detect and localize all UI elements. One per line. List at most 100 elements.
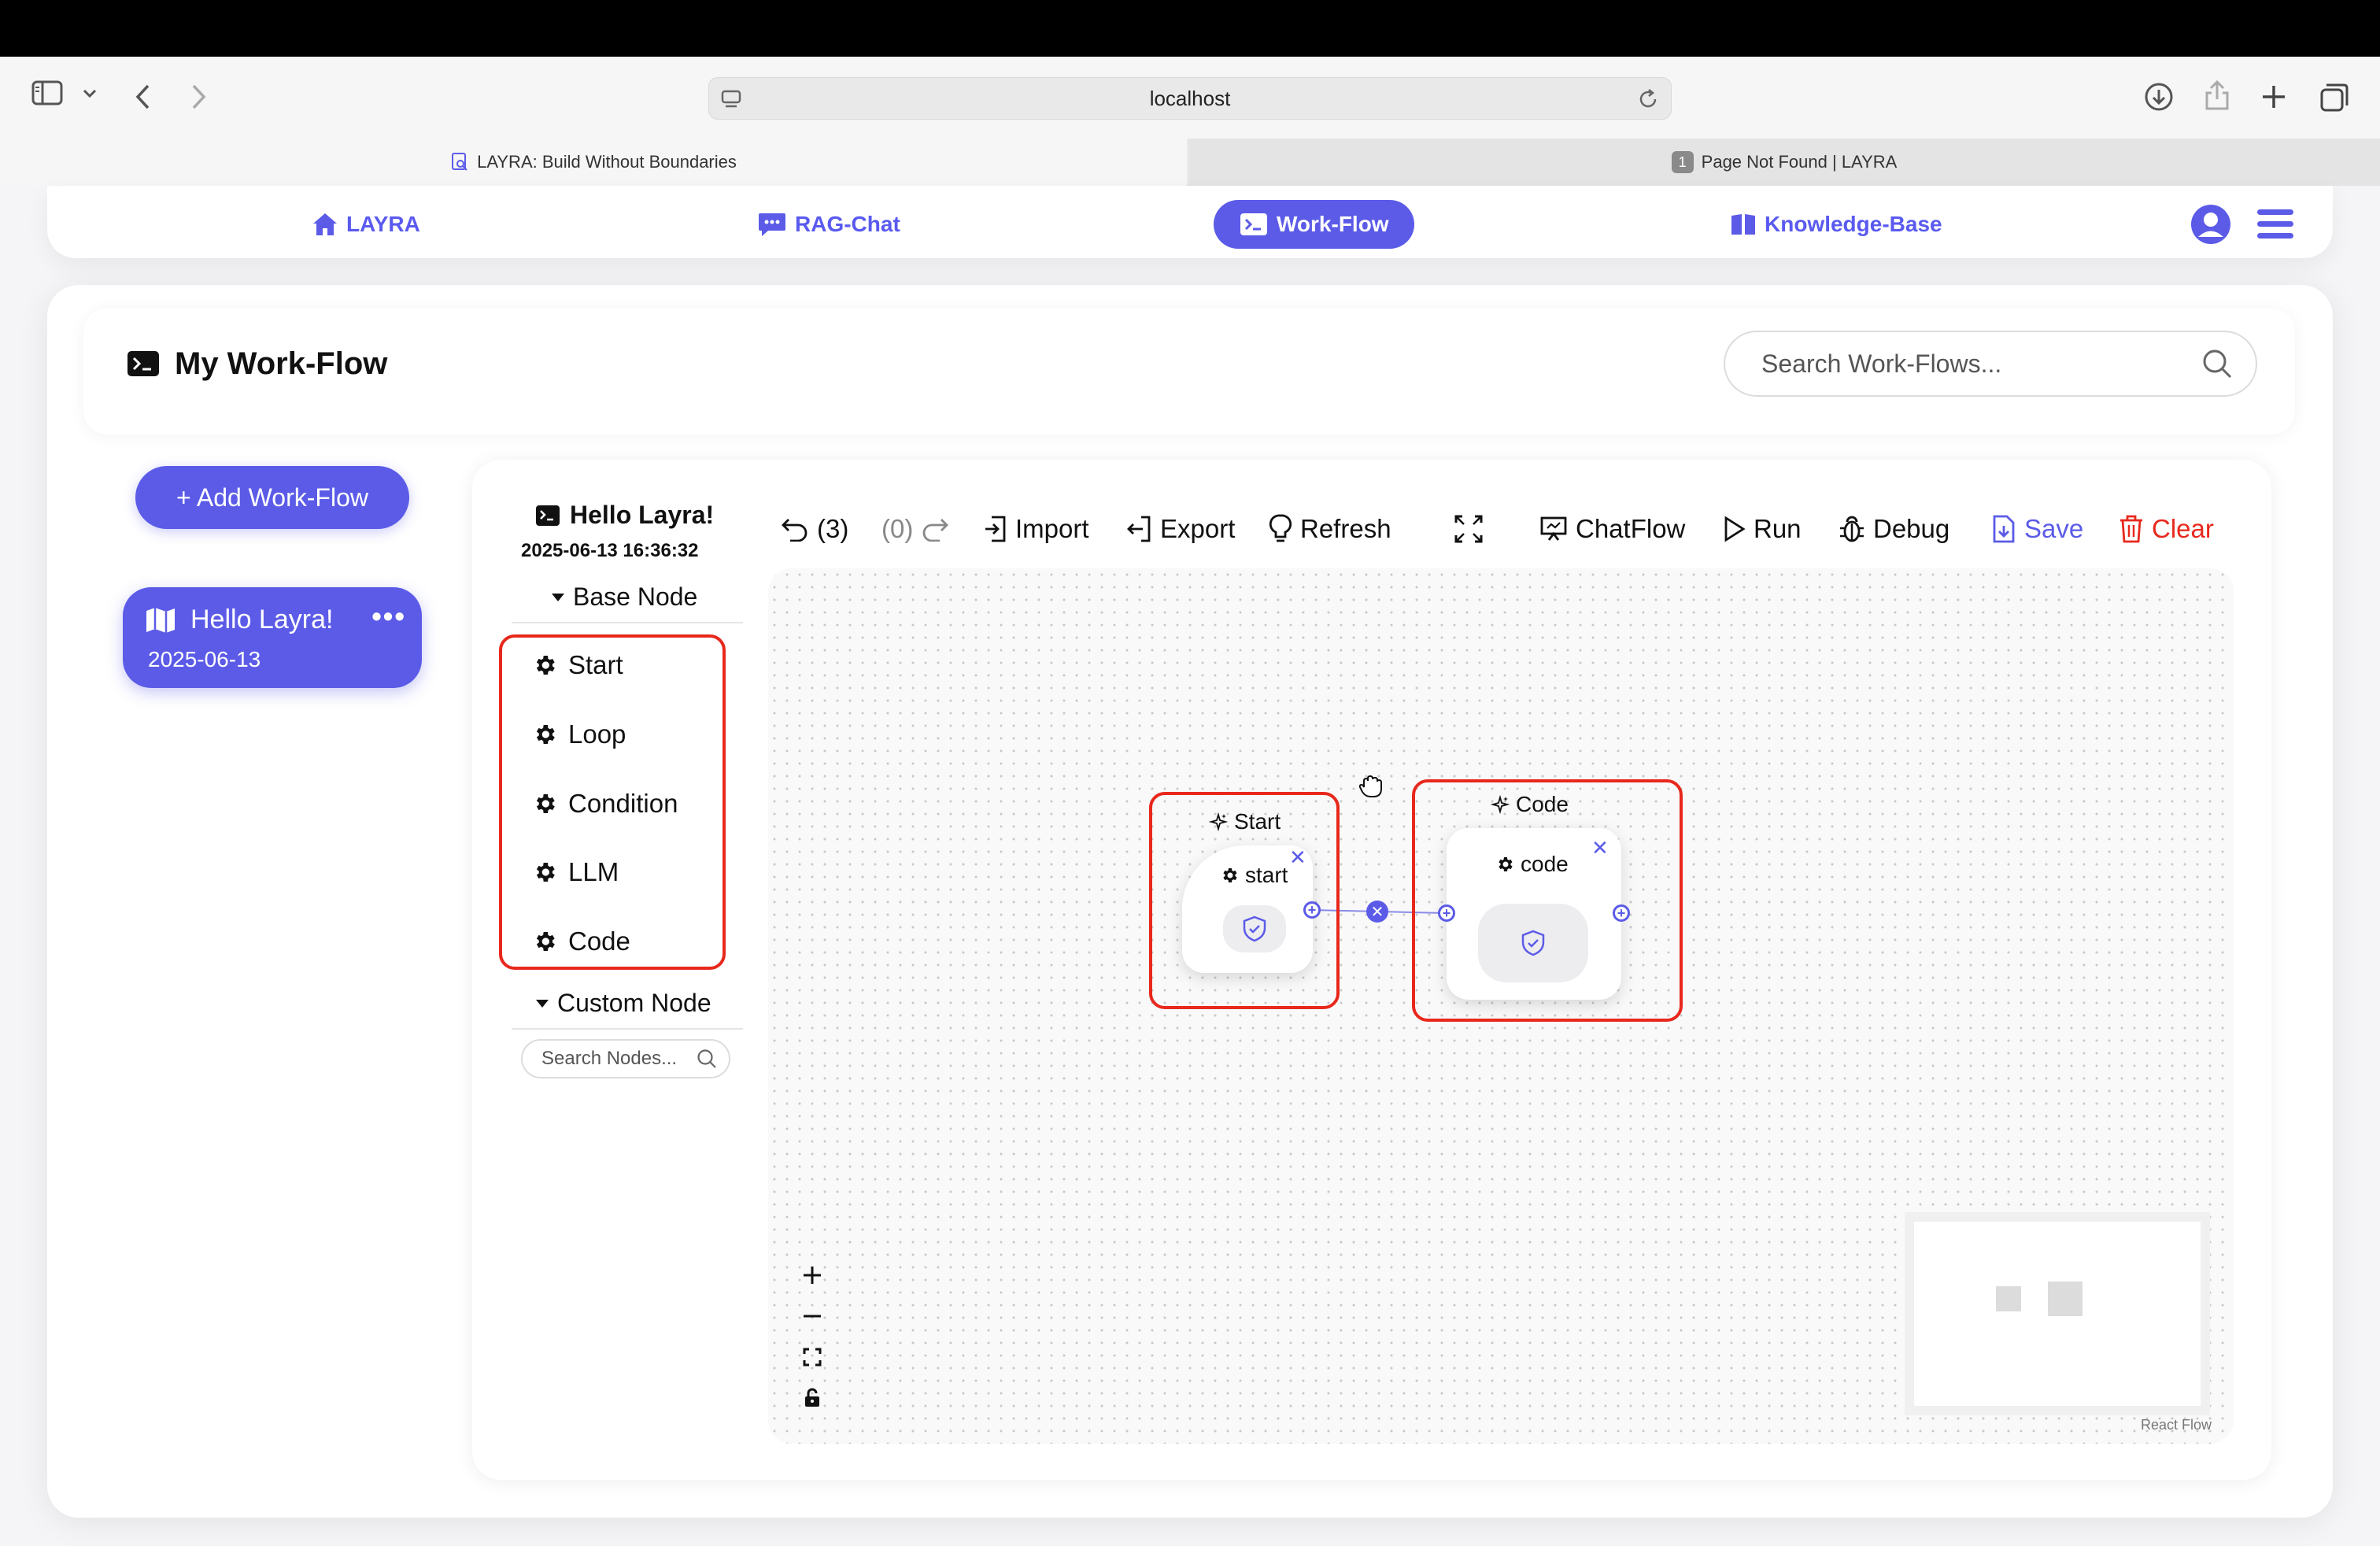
close-icon[interactable]: ✕	[1591, 836, 1609, 860]
base-node-start[interactable]: Start	[532, 645, 623, 685]
nav-label: Knowledge-Base	[1765, 212, 1942, 236]
fullscreen-icon	[1453, 513, 1484, 545]
base-node-section-toggle[interactable]: Base Node	[551, 583, 697, 612]
grab-cursor-icon	[1357, 771, 1385, 800]
node-name-text: start	[1245, 863, 1288, 887]
share-icon[interactable]	[2204, 79, 2230, 112]
new-tab-icon[interactable]	[2260, 83, 2287, 110]
base-node-code[interactable]: Code	[532, 922, 630, 961]
browser-tab-active[interactable]: LAYRA: Build Without Boundaries	[0, 139, 1187, 186]
more-options-icon[interactable]: •••	[371, 600, 406, 633]
chatflow-button[interactable]: ChatFlow	[1539, 509, 1685, 549]
reload-icon[interactable]	[1636, 87, 1660, 111]
minimap[interactable]	[1905, 1212, 2210, 1415]
node-search-field[interactable]	[521, 1039, 730, 1078]
shield-check-icon	[1241, 915, 1268, 943]
tool-label: ChatFlow	[1576, 514, 1686, 543]
chevron-down-icon[interactable]	[82, 88, 98, 99]
sparkles-icon	[1209, 812, 1228, 831]
start-node-output-port[interactable]: +	[1303, 901, 1321, 919]
gear-icon	[532, 722, 557, 747]
browser-tab[interactable]: 1 Page Not Found | LAYRA	[1188, 139, 2380, 186]
redo-icon	[921, 516, 949, 542]
save-button[interactable]: Save	[1991, 509, 2083, 549]
nav-label: LAYRA	[346, 212, 420, 236]
url-text: localhost	[1149, 86, 1231, 110]
page-title-text: My Work-Flow	[175, 346, 388, 381]
zoom-out-button[interactable]	[801, 1305, 823, 1327]
undo-button[interactable]: (3)	[781, 509, 848, 549]
nav-item-work-flow[interactable]: Work-Flow	[1214, 200, 1414, 249]
node-type-label: Code	[1516, 792, 1569, 816]
download-icon[interactable]	[2144, 82, 2174, 112]
debug-button[interactable]: Debug	[1839, 509, 1949, 549]
nav-label: Work-Flow	[1277, 212, 1389, 236]
nav-item-knowledge-base[interactable]: Knowledge-Base	[1730, 200, 1942, 249]
refresh-button[interactable]: Refresh	[1269, 509, 1391, 549]
base-node-condition[interactable]: Condition	[532, 784, 678, 823]
node-name: code	[1495, 852, 1569, 877]
add-workflow-button[interactable]: + Add Work-Flow	[135, 466, 409, 529]
forward-icon[interactable]	[189, 83, 208, 110]
tab-title: Page Not Found | LAYRA	[1701, 152, 1898, 172]
plus-icon	[802, 1265, 822, 1285]
clear-button[interactable]: Clear	[2119, 509, 2214, 549]
lock-button[interactable]	[801, 1387, 823, 1409]
run-button[interactable]: Run	[1722, 509, 1802, 549]
book-icon	[1730, 213, 1757, 236]
lightbulb-icon	[1269, 513, 1292, 545]
code-node-input-port[interactable]: +	[1438, 904, 1455, 922]
fit-view-button[interactable]	[801, 1346, 823, 1368]
start-node-card[interactable]: start ✕	[1182, 845, 1313, 973]
code-node-card[interactable]: code ✕	[1447, 828, 1621, 1000]
user-avatar-icon[interactable]	[2190, 203, 2232, 246]
close-icon[interactable]: ✕	[1289, 845, 1306, 870]
menu-icon[interactable]	[2256, 208, 2295, 241]
lock-icon	[804, 1388, 821, 1408]
workflow-search-field[interactable]	[1724, 331, 2257, 397]
node-shield-button[interactable]	[1478, 904, 1588, 982]
node-type-label: Start	[1234, 809, 1281, 834]
delete-edge-button[interactable]: ✕	[1366, 901, 1388, 923]
minimap-node	[2048, 1282, 2082, 1316]
react-flow-attribution[interactable]: React Flow	[2141, 1417, 2212, 1433]
base-node-llm[interactable]: LLM	[532, 853, 619, 892]
presentation-icon	[1539, 515, 1568, 543]
nav-item-layra[interactable]: LAYRA	[312, 200, 420, 249]
trash-icon	[2119, 514, 2144, 544]
nav-item-rag-chat[interactable]: RAG-Chat	[757, 200, 900, 249]
undo-icon	[781, 516, 809, 542]
code-node-output-port[interactable]: +	[1613, 904, 1630, 922]
sidebar-toggle-icon[interactable]	[31, 80, 65, 105]
fullscreen-button[interactable]	[1453, 509, 1484, 549]
tool-label: Debug	[1873, 514, 1950, 543]
gear-icon	[1220, 866, 1239, 885]
caret-down-icon	[551, 593, 565, 602]
back-icon[interactable]	[134, 83, 153, 110]
editor-workflow-datetime: 2025-06-13 16:36:32	[521, 540, 699, 561]
custom-node-section-toggle[interactable]: Custom Node	[535, 989, 711, 1018]
terminal-icon	[535, 505, 560, 527]
import-button[interactable]: Import	[984, 509, 1089, 549]
url-bar[interactable]: localhost	[708, 77, 1672, 120]
tab-badge: 1	[1671, 151, 1694, 173]
minus-icon	[802, 1306, 822, 1326]
node-shield-button[interactable]	[1223, 905, 1286, 952]
base-node-loop[interactable]: Loop	[532, 715, 626, 754]
workflow-search-input[interactable]	[1761, 349, 2201, 379]
terminal-icon	[1239, 212, 1269, 237]
base-node-label: Start	[568, 650, 623, 679]
tab-overview-icon[interactable]	[2319, 82, 2350, 113]
section-title: Custom Node	[557, 989, 711, 1017]
redo-button[interactable]: (0)	[881, 509, 949, 549]
search-icon[interactable]	[696, 1048, 718, 1070]
node-search-input[interactable]	[541, 1048, 696, 1070]
node-name: start	[1220, 863, 1288, 888]
export-button[interactable]: Export	[1125, 509, 1235, 549]
workflow-list-item[interactable]: Hello Layra! 2025-06-13 •••	[123, 587, 422, 688]
system-top-bar	[0, 0, 2380, 57]
search-icon[interactable]	[2201, 347, 2234, 380]
divider	[512, 1028, 743, 1030]
zoom-in-button[interactable]	[801, 1264, 823, 1286]
workflow-item-name: Hello Layra!	[190, 605, 334, 634]
